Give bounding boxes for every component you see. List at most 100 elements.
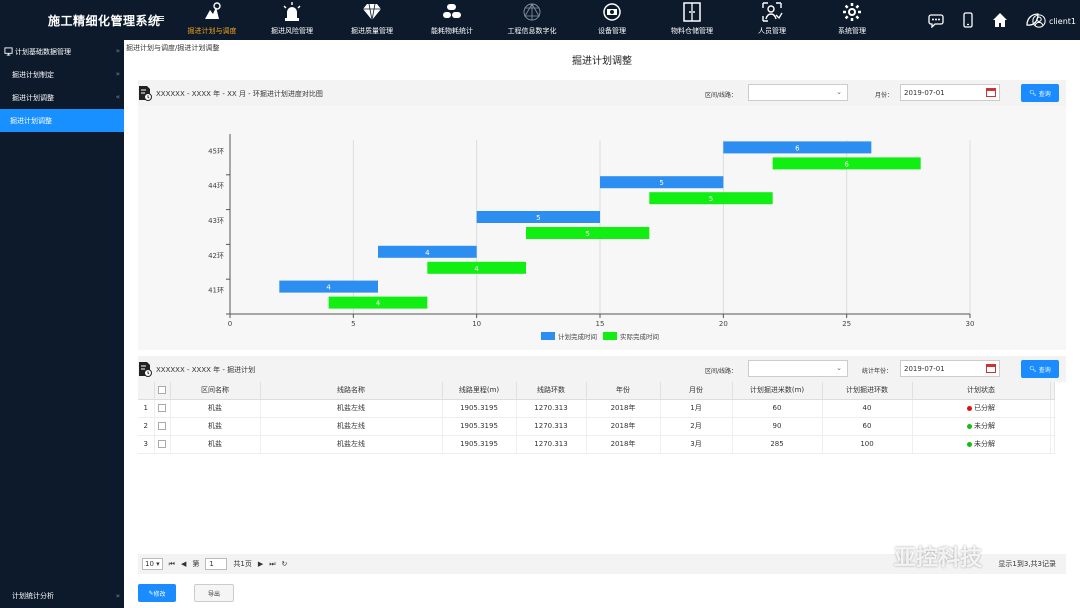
page-size-select[interactable]: 10 ▾ bbox=[142, 558, 163, 570]
nav-item-3[interactable]: 能耗物耗统计 bbox=[412, 0, 492, 40]
nav-item-7[interactable]: 人员管理 bbox=[732, 0, 812, 40]
nav-item-label: 设备管理 bbox=[598, 27, 626, 35]
table-panel-title: XXXXXX - XXXX 年 - 掘进计划 bbox=[156, 366, 256, 374]
section-select[interactable]: ⌄ bbox=[748, 84, 848, 101]
legend-swatch bbox=[541, 332, 555, 340]
column-header[interactable]: 线路里程(m) bbox=[442, 382, 517, 400]
refresh-icon[interactable]: ↻ bbox=[282, 560, 288, 568]
x-tick-label: 20 bbox=[719, 320, 728, 328]
first-page-icon[interactable]: ⏮ bbox=[169, 560, 175, 569]
nav-item-label: 系统管理 bbox=[838, 27, 866, 35]
bar-label: 4 bbox=[474, 265, 479, 273]
sidebar-item-plan-adjust-active[interactable]: 掘进计划调整 bbox=[0, 109, 124, 132]
table-query-button[interactable]: 🔍︎ 查询 bbox=[1021, 360, 1059, 378]
nav-item-label: 人员管理 bbox=[758, 27, 786, 35]
table-panel-header: XXXXXX - XXXX 年 - 掘进计划 区间/线路： ⌄ 统计年份： 20… bbox=[138, 356, 1066, 382]
chat-icon[interactable] bbox=[928, 12, 944, 28]
prev-page-icon[interactable]: ◀ bbox=[181, 560, 186, 568]
bar-label: 5 bbox=[536, 214, 540, 222]
column-header[interactable]: 计划掘进环数 bbox=[822, 382, 913, 400]
column-header[interactable]: 线路环数 bbox=[516, 382, 587, 400]
nav-item-6[interactable]: 物料仓储管理 bbox=[652, 0, 732, 40]
monitor-icon bbox=[4, 47, 13, 56]
table-header-row: 区间名称 线路名称 线路里程(m) 线路环数 年份 月份 计划掘进米数(m) 计… bbox=[138, 382, 1055, 400]
section-select[interactable]: ⌄ bbox=[748, 360, 848, 377]
nav-item-1[interactable]: 掘进风险管理 bbox=[252, 0, 332, 40]
column-header[interactable]: 区间名称 bbox=[170, 382, 261, 400]
table-row[interactable]: 2 机盐 机盐左线 1905.3195 1270.313 2018年 2月 90 60 未分解 bbox=[138, 417, 1055, 436]
column-header[interactable]: 线路名称 bbox=[260, 382, 443, 400]
hamburger-icon[interactable]: ≡ bbox=[156, 12, 165, 25]
column-header[interactable]: 月份 bbox=[660, 382, 733, 400]
header-rownum bbox=[138, 382, 155, 400]
nav-item-8[interactable]: 系统管理 bbox=[812, 0, 892, 40]
table-cell: 1905.3195 bbox=[442, 435, 517, 454]
table-cell: 285 bbox=[732, 435, 823, 454]
checkbox[interactable] bbox=[158, 404, 166, 412]
x-tick-label: 25 bbox=[842, 320, 851, 328]
x-tick-label: 0 bbox=[228, 320, 232, 328]
edit-button[interactable]: ✎ 修改 bbox=[138, 584, 176, 602]
table-cell: 机盐 bbox=[170, 399, 261, 418]
home-icon[interactable] bbox=[992, 12, 1008, 28]
month-date-input[interactable]: 2019-07-01 bbox=[900, 84, 1000, 101]
table-row[interactable]: 1 机盐 机盐左线 1905.3195 1270.313 2018年 1月 60 40 已分解 bbox=[138, 399, 1055, 418]
column-header[interactable]: 计划状态 bbox=[912, 382, 1051, 400]
legend-label: 实际完成时间 bbox=[620, 332, 659, 341]
calendar-icon[interactable] bbox=[986, 88, 996, 97]
nav-item-label: 掘进风险管理 bbox=[271, 27, 313, 35]
sidebar-item-plan-stats[interactable]: 计划统计分析 » bbox=[0, 584, 124, 608]
table-cell: 机盐 bbox=[170, 435, 261, 454]
table-cell: 机盐左线 bbox=[260, 435, 443, 454]
y-tick-label: 44环 bbox=[208, 182, 224, 190]
gantt-chart: 0 5 10 15 20 25 30 41环 42环 43环 44环 45环 4 4 5 5 6 4 4 5 5 6 计划完… bbox=[208, 134, 974, 341]
row-select[interactable] bbox=[154, 417, 171, 436]
watermark: 亚控科技 bbox=[894, 546, 983, 571]
calendar-icon[interactable] bbox=[986, 364, 996, 373]
alarm-light-icon bbox=[283, 2, 301, 21]
y-tick-label: 41环 bbox=[208, 287, 224, 295]
nav-item-label: 掘进质量管理 bbox=[351, 27, 393, 35]
nav-item-0[interactable]: 掘进计划与调度 bbox=[172, 0, 252, 40]
row-select[interactable] bbox=[154, 435, 171, 454]
filler-cell bbox=[1050, 435, 1055, 454]
year-date-input[interactable]: 2019-07-01 bbox=[900, 360, 1000, 377]
chart-query-button[interactable]: 🔍︎ 查询 bbox=[1021, 84, 1059, 102]
chevron-down-icon: » bbox=[115, 70, 120, 78]
nav-item-5[interactable]: 设备管理 bbox=[572, 0, 652, 40]
column-header[interactable]: 年份 bbox=[586, 382, 661, 400]
edit-label: 修改 bbox=[153, 590, 166, 598]
checkbox[interactable] bbox=[158, 386, 166, 395]
bar-label: 6 bbox=[844, 160, 849, 168]
year-label: 统计年份： bbox=[862, 368, 893, 375]
nav-item-2[interactable]: 掘进质量管理 bbox=[332, 0, 412, 40]
document-clock-icon bbox=[139, 86, 152, 101]
gear-icon bbox=[843, 3, 861, 21]
checkbox[interactable] bbox=[158, 440, 166, 448]
filler-cell bbox=[1050, 399, 1055, 418]
nav-item-4[interactable]: 工程信息数字化 bbox=[492, 0, 572, 40]
sidebar-item-plan-create[interactable]: 掘进计划制定 » bbox=[0, 63, 124, 86]
column-header[interactable]: 计划掘进米数(m) bbox=[732, 382, 823, 400]
checkbox[interactable] bbox=[158, 422, 166, 430]
next-page-icon[interactable]: ▶ bbox=[258, 560, 263, 568]
mobile-icon[interactable] bbox=[960, 12, 976, 28]
x-tick-label: 10 bbox=[472, 320, 481, 328]
export-button[interactable]: 导出 bbox=[194, 584, 234, 602]
table-row[interactable]: 3 机盐 机盐左线 1905.3195 1270.313 2018年 3月 285 100 未分解 bbox=[138, 435, 1055, 454]
row-select[interactable] bbox=[154, 399, 171, 418]
sidebar-item-plan-base-data[interactable]: 计划基础数据管理 » bbox=[0, 40, 124, 63]
user-name: client1 bbox=[1048, 16, 1076, 26]
page-number-input[interactable]: 1 bbox=[205, 558, 228, 570]
table-cell: 60 bbox=[732, 399, 823, 418]
last-page-icon[interactable]: ⏭ bbox=[269, 560, 275, 569]
status-dot bbox=[967, 441, 972, 447]
filler-cell bbox=[1050, 417, 1055, 436]
section-filter-label: 区间/线路： bbox=[705, 92, 738, 99]
bar-label: 4 bbox=[326, 284, 331, 292]
header-select-all[interactable] bbox=[154, 382, 171, 400]
sidebar-item-label: 计划基础数据管理 bbox=[15, 47, 71, 56]
user-menu[interactable]: client1 bbox=[1032, 14, 1076, 28]
table-cell: 1270.313 bbox=[516, 417, 587, 436]
sidebar-item-plan-adjust[interactable]: 掘进计划调整 « bbox=[0, 86, 124, 109]
